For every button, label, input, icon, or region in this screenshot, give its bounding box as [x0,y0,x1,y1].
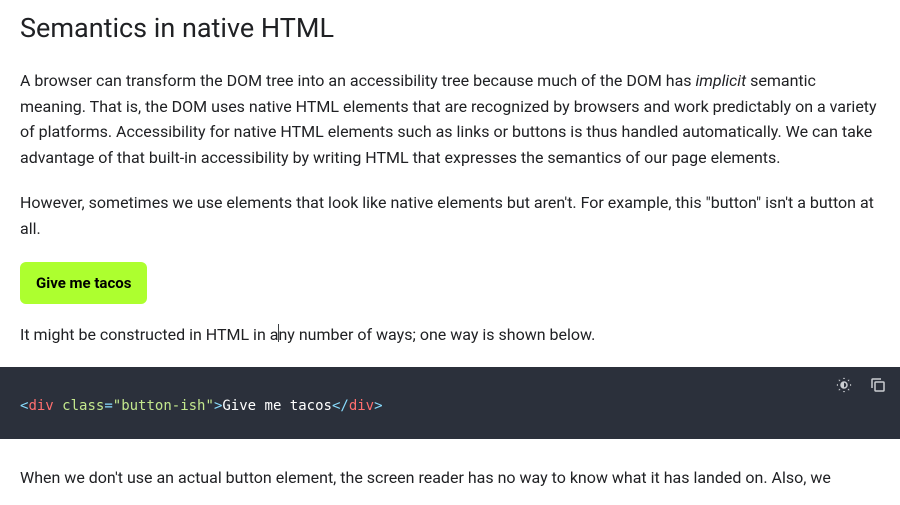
para3-text-after-caret: ny number of ways; one way is shown belo… [278,325,595,344]
code-token: div [349,398,374,414]
code-token: div [28,398,53,414]
code-token: " [206,398,214,414]
paragraph-4-truncated: When we don't use an actual button eleme… [20,465,880,491]
code-token: button-ish [121,398,205,414]
section-heading: Semantics in native HTML [20,12,880,44]
code-token: = [104,398,112,414]
para1-part1: A browser can transform the DOM tree int… [20,71,696,90]
code-token: Give me tacos [222,398,332,414]
para3-text-before-caret: It might be constructed in HTML in a [20,325,278,344]
code-toolbar [832,373,890,397]
code-block: <div class="button-ish">Give me tacos</d… [0,367,900,439]
code-token [54,398,62,414]
paragraph-2: However, sometimes we use elements that … [20,190,880,241]
code-token: </ [332,398,349,414]
code-token: class [62,398,104,414]
theme-toggle-button[interactable] [832,373,856,397]
code-snippet: <div class="button-ish">Give me tacos</d… [0,367,900,439]
paragraph-3: It might be constructed in HTML in any n… [20,322,880,348]
give-me-tacos-button[interactable]: Give me tacos [20,262,147,304]
code-token: > [374,398,382,414]
copy-icon [869,376,887,394]
code-token: " [113,398,121,414]
para1-emphasis: implicit [696,71,747,90]
paragraph-1: A browser can transform the DOM tree int… [20,68,880,170]
brightness-icon [835,376,853,394]
copy-code-button[interactable] [866,373,890,397]
